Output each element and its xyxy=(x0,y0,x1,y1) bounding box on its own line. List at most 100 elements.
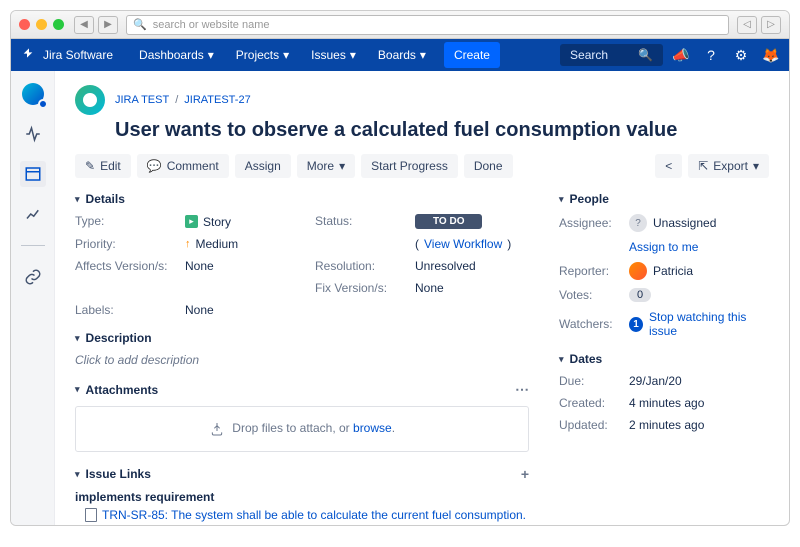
edit-button[interactable]: ✎Edit xyxy=(75,154,131,178)
fix-value: None xyxy=(415,281,529,295)
jira-search[interactable]: Search 🔍 xyxy=(560,44,663,66)
assignee-value: ?Unassigned xyxy=(629,214,769,232)
details-header[interactable]: ▾Details xyxy=(75,192,529,206)
chevron-down-icon: ▾ xyxy=(208,48,214,62)
help-icon[interactable]: ? xyxy=(703,47,719,63)
votes-label: Votes: xyxy=(559,288,629,302)
upload-icon xyxy=(209,421,225,437)
breadcrumb-sep: / xyxy=(175,94,178,106)
forward-button[interactable]: ▶ xyxy=(98,16,118,34)
nav-forward-2[interactable]: ▷ xyxy=(761,16,781,34)
left-sidebar xyxy=(11,71,55,525)
sidebar-chart-icon[interactable] xyxy=(20,201,46,227)
done-button[interactable]: Done xyxy=(464,154,513,178)
close-window-button[interactable] xyxy=(19,19,30,30)
priority-label: Priority: xyxy=(75,237,185,251)
sidebar-activity-icon[interactable] xyxy=(20,121,46,147)
minimize-window-button[interactable] xyxy=(36,19,47,30)
sidebar-project-avatar[interactable] xyxy=(20,81,46,107)
people-section: ▾People Assignee:?Unassigned Assign to m… xyxy=(559,192,769,338)
nav-dashboards[interactable]: Dashboards▾ xyxy=(129,42,224,68)
nav-back-2[interactable]: ◁ xyxy=(737,16,757,34)
start-progress-button[interactable]: Start Progress xyxy=(361,154,458,178)
jira-nav-items: Dashboards▾ Projects▾ Issues▾ Boards▾ Cr… xyxy=(129,42,500,68)
create-button[interactable]: Create xyxy=(444,42,500,68)
chevron-down-icon: ▾ xyxy=(559,354,564,365)
maximize-window-button[interactable] xyxy=(53,19,64,30)
chevron-down-icon: ▾ xyxy=(75,384,80,395)
jira-top-nav: Jira Software Dashboards▾ Projects▾ Issu… xyxy=(11,39,789,71)
notifications-icon[interactable]: 📣 xyxy=(673,47,689,63)
project-avatar[interactable] xyxy=(75,85,105,115)
sidebar-link-icon[interactable] xyxy=(20,264,46,290)
watchers-label: Watchers: xyxy=(559,317,629,331)
priority-medium-icon: ↑ xyxy=(185,238,191,250)
description-section: ▾Description Click to add description xyxy=(75,331,529,367)
resolution-value: Unresolved xyxy=(415,259,529,273)
chevron-down-icon: ▾ xyxy=(75,194,80,205)
browser-titlebar: ◀ ▶ 🔍 search or website name ◁ ▷ xyxy=(11,11,789,39)
created-label: Created: xyxy=(559,396,629,410)
description-header[interactable]: ▾Description xyxy=(75,331,529,345)
attachments-dropzone[interactable]: Drop files to attach, or browse. xyxy=(75,406,529,452)
due-label: Due: xyxy=(559,374,629,388)
linked-issue[interactable]: TRN-SR-85: The system shall be able to c… xyxy=(85,508,529,522)
sidebar-board-icon[interactable] xyxy=(20,161,46,187)
breadcrumb: JIRA TEST / JIRATEST-27 xyxy=(75,85,769,115)
export-icon: ⇱ xyxy=(698,159,708,173)
assign-button[interactable]: Assign xyxy=(235,154,291,178)
comment-button[interactable]: 💬Comment xyxy=(137,154,229,178)
chevron-down-icon: ▾ xyxy=(75,333,80,344)
type-label: Type: xyxy=(75,214,185,229)
breadcrumb-project[interactable]: JIRA TEST xyxy=(115,94,169,106)
created-value: 4 minutes ago xyxy=(629,396,769,410)
view-workflow-link[interactable]: (View Workflow) xyxy=(415,237,529,251)
add-link-icon[interactable]: + xyxy=(521,466,529,482)
due-value: 29/Jan/20 xyxy=(629,374,769,388)
dates-header[interactable]: ▾Dates xyxy=(559,352,769,366)
product-name: Jira Software xyxy=(43,48,113,62)
nav-projects[interactable]: Projects▾ xyxy=(226,42,299,68)
back-button[interactable]: ◀ xyxy=(74,16,94,34)
affects-label: Affects Version/s: xyxy=(75,259,185,273)
affects-value: None xyxy=(185,259,315,273)
attachments-section: ▾Attachments⋯ Drop files to attach, or b… xyxy=(75,381,529,452)
browser-window: ◀ ▶ 🔍 search or website name ◁ ▷ Jira So… xyxy=(10,10,790,526)
jira-icon xyxy=(21,47,37,63)
search-placeholder: Search xyxy=(570,48,608,62)
jira-logo[interactable]: Jira Software xyxy=(21,47,113,63)
browser-nav-buttons: ◀ ▶ xyxy=(74,16,118,34)
attachments-menu-icon[interactable]: ⋯ xyxy=(515,381,529,398)
unassigned-avatar-icon: ? xyxy=(629,214,647,232)
left-column: ▾Details Type: ▸Story Status: TO DO Prio… xyxy=(75,192,529,525)
reporter-value: Patricia xyxy=(629,262,769,280)
updated-label: Updated: xyxy=(559,418,629,432)
chevron-down-icon: ▾ xyxy=(350,48,356,62)
stop-watching-link[interactable]: Stop watching this issue xyxy=(649,310,769,338)
attachments-header[interactable]: ▾Attachments⋯ xyxy=(75,381,529,398)
type-value: ▸Story xyxy=(185,214,315,229)
export-button[interactable]: ⇱Export▾ xyxy=(688,154,769,178)
description-placeholder[interactable]: Click to add description xyxy=(75,353,529,367)
nav-issues[interactable]: Issues▾ xyxy=(301,42,366,68)
settings-icon[interactable]: ⚙ xyxy=(733,47,749,63)
browse-link[interactable]: browse xyxy=(353,421,392,435)
nav-boards[interactable]: Boards▾ xyxy=(368,42,436,68)
action-bar: ✎Edit 💬Comment Assign More▾ Start Progre… xyxy=(75,154,769,178)
more-button[interactable]: More▾ xyxy=(297,154,355,178)
sidebar-separator xyxy=(21,245,45,246)
profile-icon[interactable]: 🦊 xyxy=(763,47,779,63)
issue-links-header[interactable]: ▾Issue Links+ xyxy=(75,466,529,482)
breadcrumb-key[interactable]: JIRATEST-27 xyxy=(184,94,250,106)
jira-header-icons: 📣 ? ⚙ 🦊 xyxy=(673,47,779,63)
share-button[interactable]: < xyxy=(655,154,682,178)
assign-to-me-link[interactable]: Assign to me xyxy=(629,240,698,254)
chevron-down-icon: ▾ xyxy=(75,469,80,480)
pencil-icon: ✎ xyxy=(85,159,95,173)
reporter-avatar-icon xyxy=(629,262,647,280)
address-bar[interactable]: 🔍 search or website name xyxy=(126,15,729,35)
people-header[interactable]: ▾People xyxy=(559,192,769,206)
dates-section: ▾Dates Due:29/Jan/20 Created:4 minutes a… xyxy=(559,352,769,432)
fix-label: Fix Version/s: xyxy=(315,281,415,295)
address-placeholder: search or website name xyxy=(153,19,270,31)
